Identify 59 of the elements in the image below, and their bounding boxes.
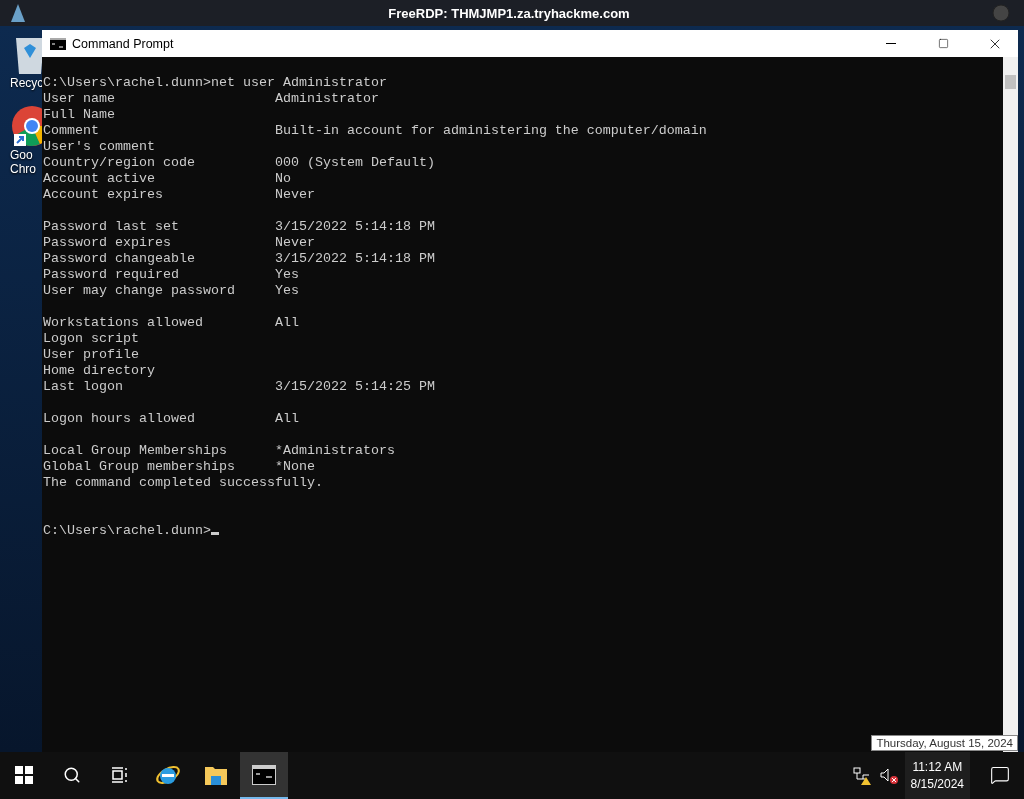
text-cursor: [210, 532, 219, 535]
output-value: Never: [274, 235, 316, 251]
output-value: 000 (System Default): [274, 155, 436, 171]
speaker-muted-icon: [878, 766, 899, 785]
command-line: C:\Users\rachel.dunn>net user Administrator: [43, 75, 387, 90]
network-warning-icon: [852, 766, 873, 785]
clock[interactable]: 11:12 AM 8/15/2024: [904, 752, 970, 799]
output-label: Last logon: [43, 379, 124, 395]
output-label: Logon script: [43, 331, 140, 347]
task-view-icon: [111, 765, 129, 784]
freerdp-logo-icon: [10, 4, 26, 22]
output-label: Workstations allowed: [43, 315, 204, 331]
output-label: Local Group Memberships: [43, 443, 228, 459]
window-title: Command Prompt: [72, 36, 175, 51]
output-value: 3/15/2022 5:14:18 PM: [274, 219, 436, 235]
output-value: Built-in account for administering the computer/domain: [274, 123, 708, 139]
output-value: Administrator: [274, 91, 380, 107]
scrollbar-thumb[interactable]: [1005, 75, 1016, 89]
minimize-icon: [886, 43, 896, 44]
output-label: Password changeable: [43, 251, 196, 267]
output-value: All: [274, 411, 300, 427]
date-tooltip: Thursday, August 15, 2024: [871, 735, 1018, 751]
output-label: Country/region code: [43, 155, 196, 171]
output-label: Account active: [43, 171, 156, 187]
command-prompt: C:\Users\rachel.dunn>: [43, 523, 211, 538]
circle-button-icon: [992, 4, 1010, 22]
output-value: 3/15/2022 5:14:18 PM: [274, 251, 436, 267]
output-label: Account expires: [43, 187, 164, 203]
output-label: Logon hours allowed: [43, 411, 196, 427]
taskbar-button[interactable]: [240, 752, 288, 799]
desktop-icon-label: Goo: [10, 148, 33, 162]
desktop-icon-label: Chro: [10, 162, 36, 176]
output-label: User profile: [43, 347, 140, 363]
output-label: User's comment: [43, 139, 156, 155]
output-label: User may change password: [43, 283, 236, 299]
output-value: Yes: [274, 283, 300, 299]
window-title: FreeRDP: THMJMP1.za.tryhackme.com: [387, 5, 631, 21]
output-value: No: [274, 171, 292, 187]
output-value: *Administrators: [274, 443, 396, 459]
output-label: The command completed successfully.: [43, 475, 324, 491]
windows-logo-icon: [15, 765, 33, 784]
output-value: All: [274, 315, 300, 331]
command-prompt-icon: [50, 37, 66, 50]
output-label: Comment: [43, 123, 100, 139]
speech-bubble-icon: [990, 764, 1010, 785]
output-label: Full Name: [43, 107, 116, 123]
output-value: 3/15/2022 5:14:25 PM: [274, 379, 436, 395]
command-prompt-icon: [252, 764, 276, 785]
output-value: *None: [274, 459, 316, 475]
output-value: Never: [274, 187, 316, 203]
output-label: Global Group memberships: [43, 459, 236, 475]
output-value: Yes: [274, 267, 300, 283]
output-label: User name: [43, 91, 116, 107]
maximize-icon: [937, 38, 949, 49]
output-label: Password required: [43, 267, 180, 283]
output-label: Password expires: [43, 235, 172, 251]
output-label: Password last set: [43, 219, 180, 235]
search-icon: [63, 765, 81, 784]
output-label: Home directory: [43, 363, 156, 379]
